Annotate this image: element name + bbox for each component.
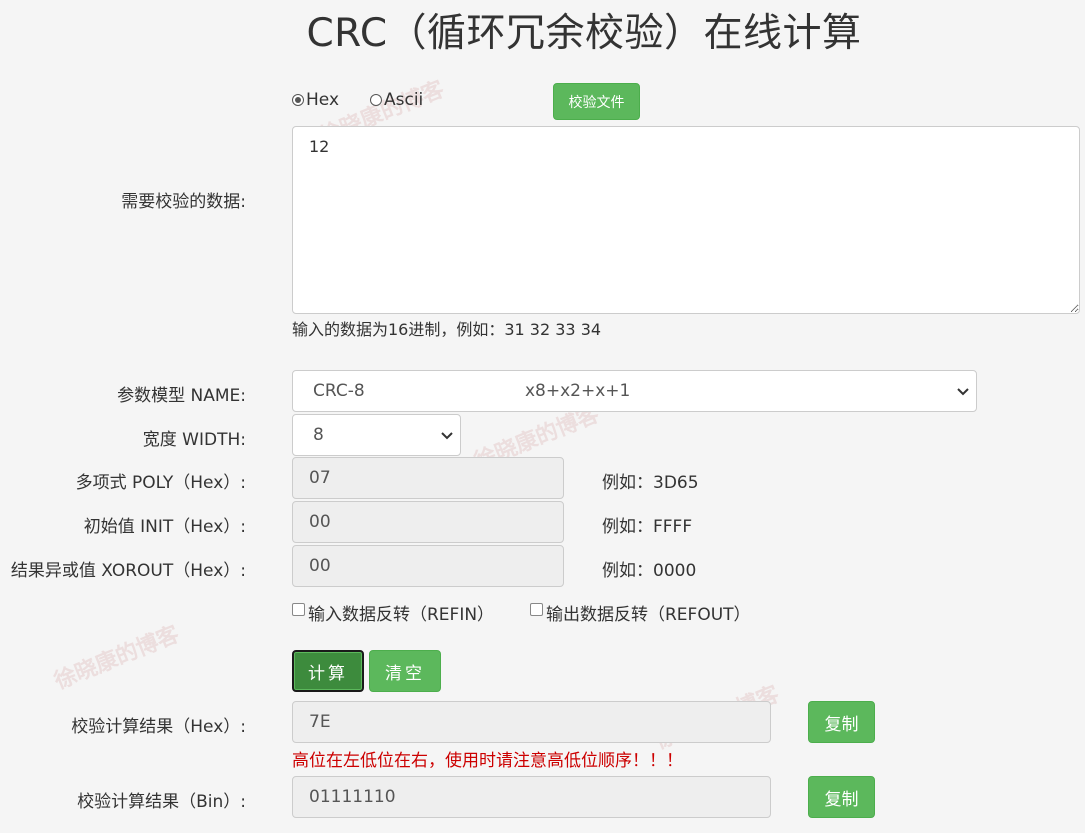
width-select[interactable]: 8 [292,414,461,456]
checkbox-icon [292,603,305,616]
result-bin-output[interactable]: 01111110 [292,776,771,818]
chevron-down-icon [441,432,453,440]
radio-selected-icon [292,94,304,106]
calculate-button[interactable]: 计算 [292,650,364,692]
checkbox-icon [530,603,543,616]
model-label: 参数模型 NAME: [117,386,246,406]
xorout-example: 例如：0000 [602,561,697,581]
clear-button[interactable]: 清空 [369,650,441,692]
data-textarea[interactable] [292,126,1080,314]
xorout-input[interactable]: 00 [292,545,564,587]
poly-input[interactable]: 07 [292,457,564,499]
chevron-down-icon [957,388,969,396]
init-input[interactable]: 00 [292,501,564,543]
radio-hex-label: Hex [306,90,340,110]
model-poly-expr: x8+x2+x+1 [525,381,631,401]
page-title: CRC（循环冗余校验）在线计算 [306,11,862,56]
refin-label: 输入数据反转（REFIN） [308,605,495,625]
refin-checkbox[interactable]: 输入数据反转（REFIN） [292,600,494,625]
radio-ascii-label: Ascii [384,90,424,110]
check-file-button[interactable]: 校验文件 [553,83,640,120]
watermark: 徐晓康的博客 [51,622,183,695]
result-hex-label: 校验计算结果（Hex）: [71,717,246,737]
model-select[interactable]: CRC-8 x8+x2+x+1 [292,370,977,412]
bit-order-warning: 高位在左低位在右，使用时请注意高低位顺序！！！ [292,751,683,771]
radio-hex[interactable]: Hex [292,90,339,110]
init-example: 例如：FFFF [602,517,693,537]
copy-hex-button[interactable]: 复制 [808,701,875,743]
width-label: 宽度 WIDTH: [142,430,246,450]
data-hint: 输入的数据为16进制，例如：31 32 33 34 [292,320,602,339]
refout-label: 输出数据反转（REFOUT） [546,605,751,625]
radio-unselected-icon [370,94,382,106]
width-value: 8 [313,425,324,445]
result-bin-label: 校验计算结果（Bin）: [77,792,246,812]
data-label: 需要校验的数据: [121,192,246,212]
copy-bin-button[interactable]: 复制 [808,776,875,818]
poly-example: 例如：3D65 [602,473,699,493]
radio-ascii[interactable]: Ascii [370,90,423,110]
poly-label: 多项式 POLY（Hex）: [75,473,246,493]
model-name: CRC-8 [313,381,365,401]
refout-checkbox[interactable]: 输出数据反转（REFOUT） [530,600,751,625]
xorout-label: 结果异或值 XOROUT（Hex）: [10,561,246,581]
result-hex-output[interactable]: 7E [292,701,771,743]
init-label: 初始值 INIT（Hex）: [83,517,246,537]
